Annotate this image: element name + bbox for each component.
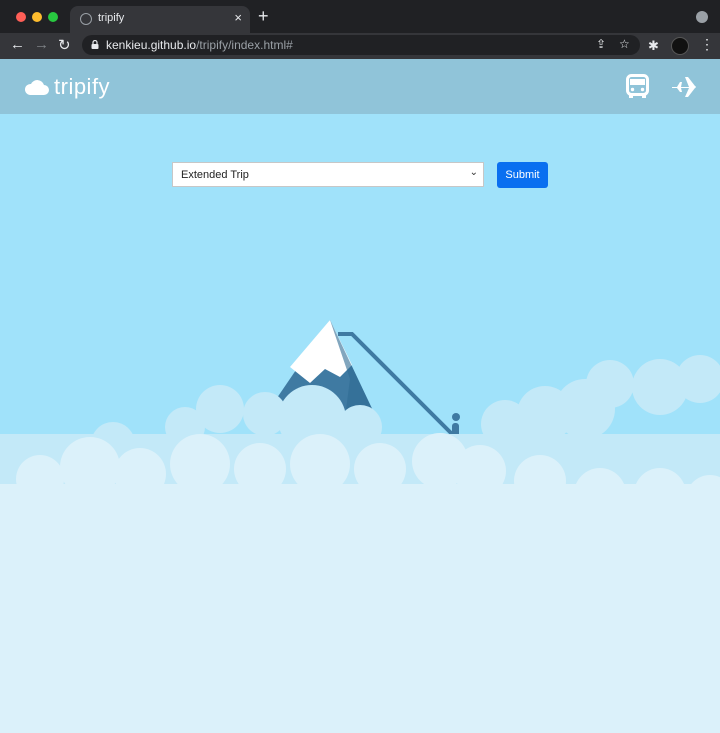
address-bar[interactable]: kenkieu.github.io/tripify/index.html# ⇪ … [82, 35, 640, 55]
plane-icon[interactable] [671, 74, 697, 100]
new-tab-button[interactable]: + [258, 6, 269, 27]
extensions-icon[interactable]: ✱ [648, 38, 659, 54]
reload-icon[interactable]: ↻ [58, 36, 71, 54]
forward-icon[interactable]: → [34, 36, 49, 53]
menu-icon[interactable]: ⋮ [700, 36, 714, 53]
logo-text: tripify [54, 74, 111, 99]
url-host: kenkieu.github.io [106, 38, 197, 52]
front-clouds [0, 433, 720, 733]
tab-search-button[interactable] [696, 11, 708, 23]
close-window-button[interactable] [16, 12, 26, 22]
bookmark-star-icon[interactable]: ☆ [619, 37, 630, 51]
trip-type-value: Extended Trip [181, 169, 249, 181]
browser-chrome: tripify × + ← → ↻ kenkieu.github.io/trip… [0, 0, 720, 59]
submit-button[interactable]: Submit [497, 162, 548, 188]
tab-bar: tripify × + [0, 0, 720, 33]
chevron-down-icon: ⌄ [469, 167, 478, 178]
page-content: tripify Extended Trip ⌄ Submit [0, 59, 720, 733]
bus-icon[interactable] [626, 74, 649, 99]
back-icon[interactable]: ← [10, 36, 25, 53]
share-icon[interactable]: ⇪ [596, 37, 606, 51]
url-text: kenkieu.github.io/tripify/index.html# [106, 38, 293, 52]
cloud-icon [24, 80, 49, 95]
mountain-cloud-illustration [0, 320, 720, 733]
maximize-window-button[interactable] [48, 12, 58, 22]
url-path: /tripify/index.html# [196, 38, 293, 52]
profile-avatar[interactable] [671, 37, 689, 55]
trip-type-select[interactable]: Extended Trip ⌄ [172, 162, 484, 187]
minimize-window-button[interactable] [32, 12, 42, 22]
globe-icon [80, 13, 92, 25]
site-header: tripify [0, 59, 720, 114]
tab-title: tripify [98, 12, 125, 24]
hiker-head [452, 413, 460, 421]
logo[interactable]: tripify [24, 74, 111, 99]
browser-tab[interactable]: tripify × [70, 6, 250, 33]
lock-icon [91, 40, 99, 49]
tab-close-icon[interactable]: × [234, 10, 242, 25]
